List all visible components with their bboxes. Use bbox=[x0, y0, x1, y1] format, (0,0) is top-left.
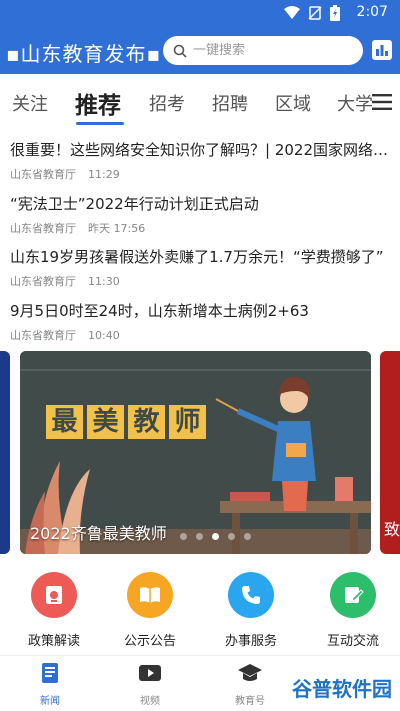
nav-label: 视频 bbox=[140, 696, 160, 707]
video-icon bbox=[139, 665, 161, 681]
nav-video[interactable]: 视频 bbox=[120, 662, 180, 707]
tab-region[interactable]: 区域 bbox=[275, 90, 311, 116]
news-item[interactable]: 9月5日0时至24时，山东新增本土病例2+63 山东省教育厅 10:40 bbox=[0, 295, 400, 349]
next-banner-peek[interactable]: 致 bbox=[380, 351, 400, 554]
wifi-icon bbox=[284, 6, 300, 19]
headline-char: 师 bbox=[169, 405, 206, 439]
app-screen: 2:07 ▪山东教育发布▪ 关注 推荐 招考 招聘 区域 大学 很重要！这些网络… bbox=[0, 0, 400, 711]
active-tab-indicator bbox=[76, 122, 124, 125]
carousel-dot[interactable] bbox=[196, 533, 203, 540]
chart-icon[interactable] bbox=[372, 40, 392, 60]
news-source: 山东省教育厅 bbox=[10, 168, 76, 181]
news-title: 9月5日0时至24时，山东新增本土病例2+63 bbox=[10, 301, 309, 320]
bottom-nav: 新闻 视频 教育号 谷普软件园 bbox=[0, 655, 400, 711]
carousel-dot[interactable] bbox=[228, 533, 235, 540]
quick-label: 办事服务 bbox=[224, 634, 277, 649]
tab-recommend[interactable]: 推荐 bbox=[75, 86, 121, 120]
status-bar: 2:07 bbox=[0, 0, 400, 26]
news-item[interactable]: 很重要！这些网络安全知识你了解吗？| 2022国家网络安全宣传周 山东省教育厅 1… bbox=[0, 134, 400, 188]
news-title: 很重要！这些网络安全知识你了解吗？| 2022国家网络安全宣传周 bbox=[10, 141, 390, 159]
battery-icon bbox=[330, 5, 340, 21]
app-brand-title: ▪山东教育发布▪ bbox=[6, 42, 162, 66]
search-input[interactable] bbox=[193, 43, 343, 58]
quick-service[interactable]: 办事服务 bbox=[211, 572, 291, 649]
carousel-dot[interactable] bbox=[244, 533, 251, 540]
no-sim-icon bbox=[308, 6, 322, 20]
banner-carousel[interactable]: 最 美 教 师 2022齐鲁最美教师 致 bbox=[0, 351, 400, 554]
search-box[interactable] bbox=[163, 36, 363, 65]
news-meta: 山东省教育厅 昨天 17:56 bbox=[10, 220, 145, 236]
tab-exams[interactable]: 招考 bbox=[149, 90, 185, 116]
carousel-dot-active[interactable] bbox=[212, 533, 219, 540]
news-time: 11:29 bbox=[88, 168, 120, 181]
tab-follow[interactable]: 关注 bbox=[12, 90, 48, 116]
category-tabs: 关注 推荐 招考 招聘 区域 大学 bbox=[0, 74, 400, 132]
news-time: 昨天 17:56 bbox=[88, 221, 146, 235]
nav-edu-account[interactable]: 教育号 bbox=[220, 662, 280, 707]
status-icons bbox=[284, 5, 340, 21]
news-title: 山东19岁男孩暑假送外卖赚了1.7万余元！“学费攒够了” bbox=[10, 248, 384, 266]
quick-label: 公示公告 bbox=[123, 634, 176, 649]
nav-label: 新闻 bbox=[40, 696, 60, 707]
tab-jobs[interactable]: 招聘 bbox=[212, 90, 248, 116]
app-header: ▪山东教育发布▪ bbox=[0, 26, 400, 74]
news-meta: 山东省教育厅 11:30 bbox=[10, 273, 120, 289]
nav-label: 教育号 bbox=[235, 696, 265, 707]
news-time: 10:40 bbox=[88, 328, 120, 342]
news-source: 山东省教育厅 bbox=[10, 328, 76, 342]
headline-char: 美 bbox=[87, 405, 124, 439]
edit-icon bbox=[330, 572, 376, 618]
news-source: 山东省教育厅 bbox=[10, 221, 76, 235]
news-item[interactable]: 山东19岁男孩暑假送外卖赚了1.7万余元！“学费攒够了” 山东省教育厅 11:30 bbox=[0, 241, 400, 295]
tab-university[interactable]: 大学 bbox=[337, 90, 373, 116]
search-icon bbox=[173, 44, 187, 58]
news-meta: 山东省教育厅 10:40 bbox=[10, 327, 120, 343]
banner-slide[interactable]: 最 美 教 师 2022齐鲁最美教师 bbox=[20, 351, 371, 554]
headline-char: 最 bbox=[46, 405, 83, 439]
carousel-dot[interactable] bbox=[180, 533, 187, 540]
next-banner-text: 致 bbox=[384, 520, 400, 539]
prev-banner-peek[interactable] bbox=[0, 351, 10, 554]
news-time: 11:30 bbox=[88, 275, 120, 288]
news-meta: 山东省教育厅 11:29 bbox=[10, 166, 120, 182]
quick-policy[interactable]: 政策解读 bbox=[14, 572, 94, 649]
quick-label: 互动交流 bbox=[326, 634, 379, 649]
quick-label: 政策解读 bbox=[27, 634, 80, 649]
book-icon bbox=[127, 572, 173, 618]
quick-interaction[interactable]: 互动交流 bbox=[313, 572, 393, 649]
status-time: 2:07 bbox=[356, 4, 388, 20]
graduation-cap-icon bbox=[238, 664, 262, 681]
phone-icon bbox=[228, 572, 274, 618]
news-icon bbox=[42, 663, 58, 683]
headline-char: 教 bbox=[128, 405, 165, 439]
banner-caption: 2022齐鲁最美教师 bbox=[30, 524, 167, 543]
watermark-text: 谷普软件园 bbox=[292, 677, 392, 701]
news-item[interactable]: “宪法卫士”2022年行动计划正式启动 山东省教育厅 昨天 17:56 bbox=[0, 188, 400, 242]
quick-notice[interactable]: 公示公告 bbox=[110, 572, 190, 649]
carousel-dots bbox=[180, 533, 251, 540]
news-title: “宪法卫士”2022年行动计划正式启动 bbox=[10, 194, 259, 213]
news-list: 很重要！这些网络安全知识你了解吗？| 2022国家网络安全宣传周 山东省教育厅 1… bbox=[0, 134, 400, 348]
quick-access: 政策解读 公示公告 办事服务 互动交流 bbox=[0, 572, 400, 652]
news-source: 山东省教育厅 bbox=[10, 275, 76, 288]
watermark-logo: 谷普软件园 bbox=[292, 673, 392, 702]
banner-headline: 最 美 教 师 bbox=[46, 405, 206, 439]
nav-news[interactable]: 新闻 bbox=[20, 662, 80, 707]
document-icon bbox=[31, 572, 77, 618]
menu-icon[interactable] bbox=[372, 94, 392, 110]
